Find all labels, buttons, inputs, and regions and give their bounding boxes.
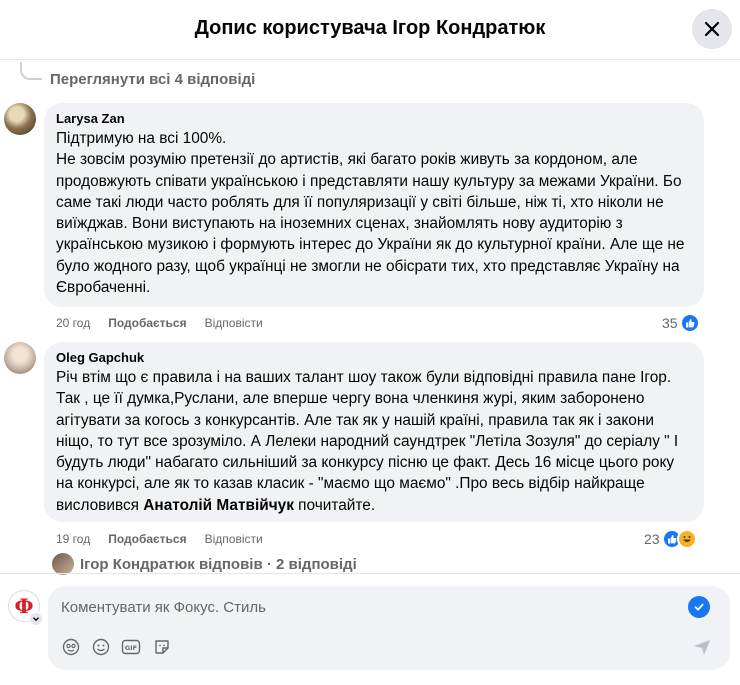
reply-button[interactable]: Відповісти bbox=[205, 532, 263, 546]
chevron-down-icon[interactable] bbox=[29, 612, 43, 626]
dialog-title: Допис користувача Ігор Кондратюк bbox=[194, 17, 546, 39]
comment-time[interactable]: 19 год bbox=[56, 532, 90, 546]
thread-connector bbox=[20, 62, 42, 80]
comment-text-tail: почитайте. bbox=[293, 496, 376, 514]
close-icon bbox=[704, 21, 720, 37]
check-icon[interactable] bbox=[688, 596, 710, 618]
mention-link[interactable]: Анатолій Матвійчук bbox=[143, 497, 294, 514]
comment-text: Річ втім що є правила і на ваших талант … bbox=[56, 367, 692, 516]
comment-composer[interactable]: Коментувати як Фокус. Стиль GIF bbox=[48, 586, 730, 670]
haha-icon bbox=[676, 529, 697, 549]
reaction-count: 35 bbox=[662, 315, 678, 331]
comment-text: Підтримую на всі 100%. Не зовсім розумію… bbox=[56, 130, 685, 297]
comment-actions: 20 год Подобається Відповісти bbox=[56, 316, 263, 330]
svg-text:GIF: GIF bbox=[125, 644, 137, 652]
comment-text-body: Річ втім що є правила і на ваших талант … bbox=[56, 369, 679, 514]
like-icon bbox=[679, 313, 700, 333]
comment-bubble: Oleg Gapchuk Річ втім що є правила і на … bbox=[44, 342, 704, 522]
reaction-count: 23 bbox=[644, 531, 660, 547]
dialog-header: Допис користувача Ігор Кондратюк bbox=[0, 0, 740, 60]
comment-actions: 19 год Подобається Відповісти bbox=[56, 532, 263, 546]
like-button[interactable]: Подобається bbox=[108, 316, 186, 330]
comment-author[interactable]: Oleg Gapchuk bbox=[56, 350, 692, 366]
avatar bbox=[52, 553, 74, 575]
comment-author[interactable]: Larysa Zan bbox=[56, 111, 692, 127]
reaction-summary[interactable]: 35 bbox=[662, 313, 700, 333]
like-button[interactable]: Подобається bbox=[108, 532, 186, 546]
avatar[interactable] bbox=[4, 103, 36, 135]
avatar-icon[interactable] bbox=[61, 637, 81, 657]
comment-input[interactable]: Коментувати як Фокус. Стиль bbox=[61, 599, 266, 616]
divider bbox=[0, 573, 740, 574]
reply-summary-link[interactable]: Ігор Кондратюк відповів · 2 відповіді bbox=[52, 553, 357, 575]
sticker-icon[interactable] bbox=[152, 637, 172, 657]
reply-button[interactable]: Відповісти bbox=[205, 316, 263, 330]
send-icon[interactable] bbox=[692, 637, 714, 657]
gif-icon[interactable]: GIF bbox=[121, 637, 141, 657]
comment-time[interactable]: 20 год bbox=[56, 316, 90, 330]
close-button[interactable] bbox=[692, 9, 732, 49]
emoji-icon[interactable] bbox=[91, 637, 111, 657]
reply-summary-text: Ігор Кондратюк відповів · 2 відповіді bbox=[80, 555, 357, 573]
view-all-replies-link[interactable]: Переглянути всі 4 відповіді bbox=[50, 71, 255, 88]
comment-bubble: Larysa Zan Підтримую на всі 100%. Не зов… bbox=[44, 103, 704, 307]
reaction-summary[interactable]: 23 bbox=[644, 529, 697, 549]
avatar[interactable] bbox=[4, 342, 36, 374]
